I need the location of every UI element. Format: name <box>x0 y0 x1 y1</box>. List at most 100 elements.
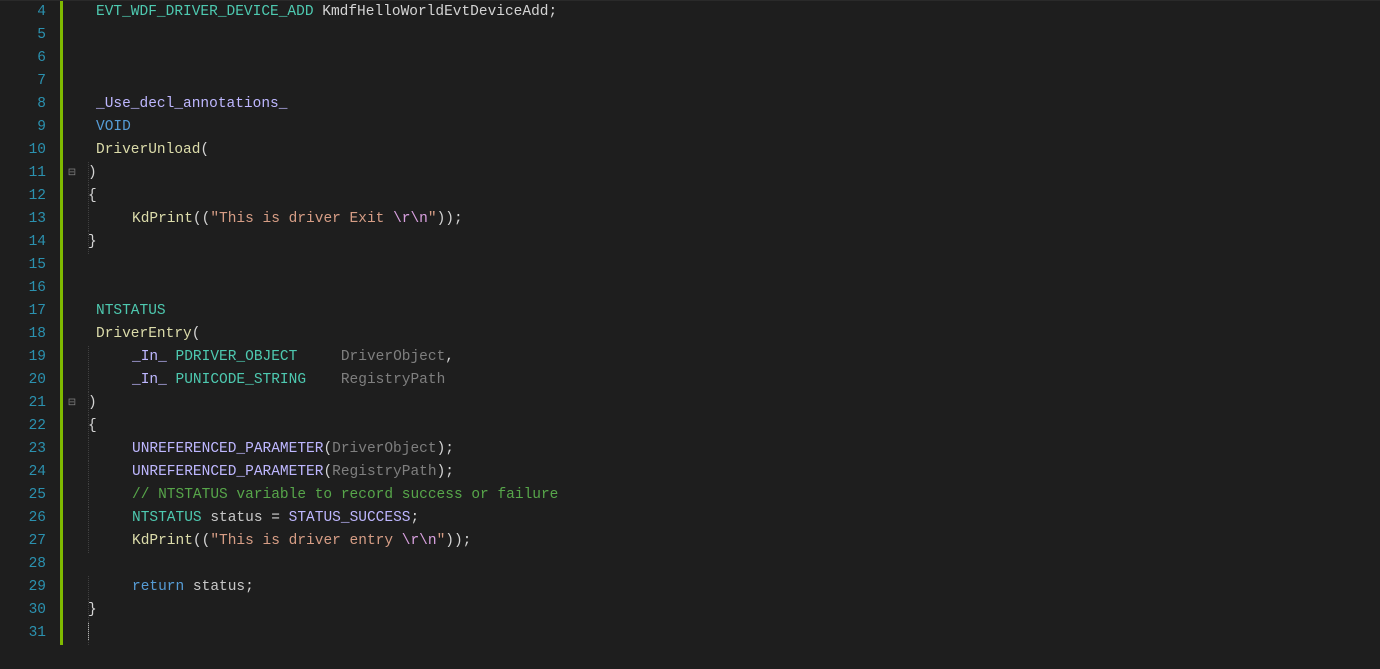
line-number: 8 <box>10 93 46 116</box>
fold-marker <box>64 576 80 599</box>
code-line[interactable]: _In_ PDRIVER_OBJECT DriverObject, <box>84 346 1380 369</box>
code-line[interactable]: } <box>84 231 1380 254</box>
fold-marker <box>64 254 80 277</box>
fold-marker <box>64 438 80 461</box>
line-number: 4 <box>10 1 46 24</box>
line-number: 22 <box>10 415 46 438</box>
token: DriverObject <box>332 441 436 457</box>
token: " <box>428 211 437 227</box>
token: ( <box>323 441 332 457</box>
token <box>184 579 193 595</box>
token: )); <box>445 533 471 549</box>
fold-column[interactable]: ⊟⊟ <box>64 1 80 669</box>
token <box>314 4 323 20</box>
code-line[interactable] <box>84 622 1380 645</box>
fold-marker <box>64 139 80 162</box>
modification-bar <box>60 1 64 669</box>
line-number: 21 <box>10 392 46 415</box>
fold-marker[interactable]: ⊟ <box>64 162 80 185</box>
token: } <box>88 602 97 618</box>
token: ( <box>323 464 332 480</box>
code-editor[interactable]: 4567891011121314151617181920212223242526… <box>0 0 1380 669</box>
line-number: 29 <box>10 576 46 599</box>
token: KmdfHelloWorldEvtDeviceAdd <box>322 4 548 20</box>
token: _Use_decl_annotations_ <box>96 96 287 112</box>
line-number: 13 <box>10 208 46 231</box>
code-line[interactable]: ) <box>84 162 1380 185</box>
fold-marker <box>64 599 80 622</box>
fold-marker <box>64 1 80 24</box>
token: "This is driver Exit <box>210 211 393 227</box>
token: \r\n <box>393 211 428 227</box>
fold-marker <box>64 323 80 346</box>
code-line[interactable]: ) <box>84 392 1380 415</box>
fold-marker[interactable]: ⊟ <box>64 392 80 415</box>
token: ; <box>410 510 419 526</box>
code-line[interactable] <box>84 254 1380 277</box>
line-number: 9 <box>10 116 46 139</box>
token <box>306 372 341 388</box>
token: KdPrint <box>132 211 193 227</box>
code-line[interactable] <box>84 24 1380 47</box>
token: PDRIVER_OBJECT <box>176 349 298 365</box>
fold-marker <box>64 185 80 208</box>
line-number: 14 <box>10 231 46 254</box>
code-line[interactable]: { <box>84 185 1380 208</box>
token: " <box>437 533 446 549</box>
code-line[interactable]: NTSTATUS status = STATUS_SUCCESS; <box>84 507 1380 530</box>
line-number: 15 <box>10 254 46 277</box>
token <box>297 349 341 365</box>
fold-marker <box>64 507 80 530</box>
token: EVT_WDF_DRIVER_DEVICE_ADD <box>96 4 314 20</box>
fold-marker <box>64 553 80 576</box>
token: { <box>88 188 97 204</box>
line-number: 10 <box>10 139 46 162</box>
code-line[interactable] <box>84 277 1380 300</box>
fold-marker <box>64 530 80 553</box>
token: DriverObject <box>341 349 445 365</box>
fold-marker <box>64 208 80 231</box>
line-number: 12 <box>10 185 46 208</box>
code-line[interactable]: _In_ PUNICODE_STRING RegistryPath <box>84 369 1380 392</box>
fold-marker <box>64 231 80 254</box>
code-line[interactable]: DriverUnload( <box>84 139 1380 162</box>
token <box>167 349 176 365</box>
line-number: 25 <box>10 484 46 507</box>
code-line[interactable] <box>84 70 1380 93</box>
token <box>167 372 176 388</box>
token: , <box>445 349 454 365</box>
token: ); <box>437 441 454 457</box>
token: \r\n <box>402 533 437 549</box>
token: DriverEntry <box>96 326 192 342</box>
code-line[interactable]: DriverEntry( <box>84 323 1380 346</box>
fold-marker <box>64 369 80 392</box>
code-line[interactable] <box>84 553 1380 576</box>
code-line[interactable]: KdPrint(("This is driver Exit \r\n")); <box>84 208 1380 231</box>
code-line[interactable]: { <box>84 415 1380 438</box>
code-line[interactable]: _Use_decl_annotations_ <box>84 93 1380 116</box>
token: NTSTATUS <box>132 510 202 526</box>
code-line[interactable]: } <box>84 599 1380 622</box>
token: RegistryPath <box>332 464 436 480</box>
token: _In_ <box>132 349 167 365</box>
fold-marker <box>64 300 80 323</box>
token: ); <box>437 464 454 480</box>
line-number: 27 <box>10 530 46 553</box>
code-line[interactable]: UNREFERENCED_PARAMETER(DriverObject); <box>84 438 1380 461</box>
code-line[interactable]: VOID <box>84 116 1380 139</box>
code-area[interactable]: EVT_WDF_DRIVER_DEVICE_ADD KmdfHelloWorld… <box>80 1 1380 669</box>
code-line[interactable] <box>84 47 1380 70</box>
code-line[interactable]: KdPrint(("This is driver entry \r\n")); <box>84 530 1380 553</box>
line-number: 6 <box>10 47 46 70</box>
code-line[interactable]: // NTSTATUS variable to record success o… <box>84 484 1380 507</box>
fold-marker <box>64 70 80 93</box>
code-line[interactable]: EVT_WDF_DRIVER_DEVICE_ADD KmdfHelloWorld… <box>84 1 1380 24</box>
code-line[interactable]: UNREFERENCED_PARAMETER(RegistryPath); <box>84 461 1380 484</box>
code-line[interactable]: return status; <box>84 576 1380 599</box>
line-number: 7 <box>10 70 46 93</box>
fold-marker <box>64 47 80 70</box>
code-line[interactable]: NTSTATUS <box>84 300 1380 323</box>
line-number: 5 <box>10 24 46 47</box>
token: STATUS_SUCCESS <box>289 510 411 526</box>
token: RegistryPath <box>341 372 445 388</box>
